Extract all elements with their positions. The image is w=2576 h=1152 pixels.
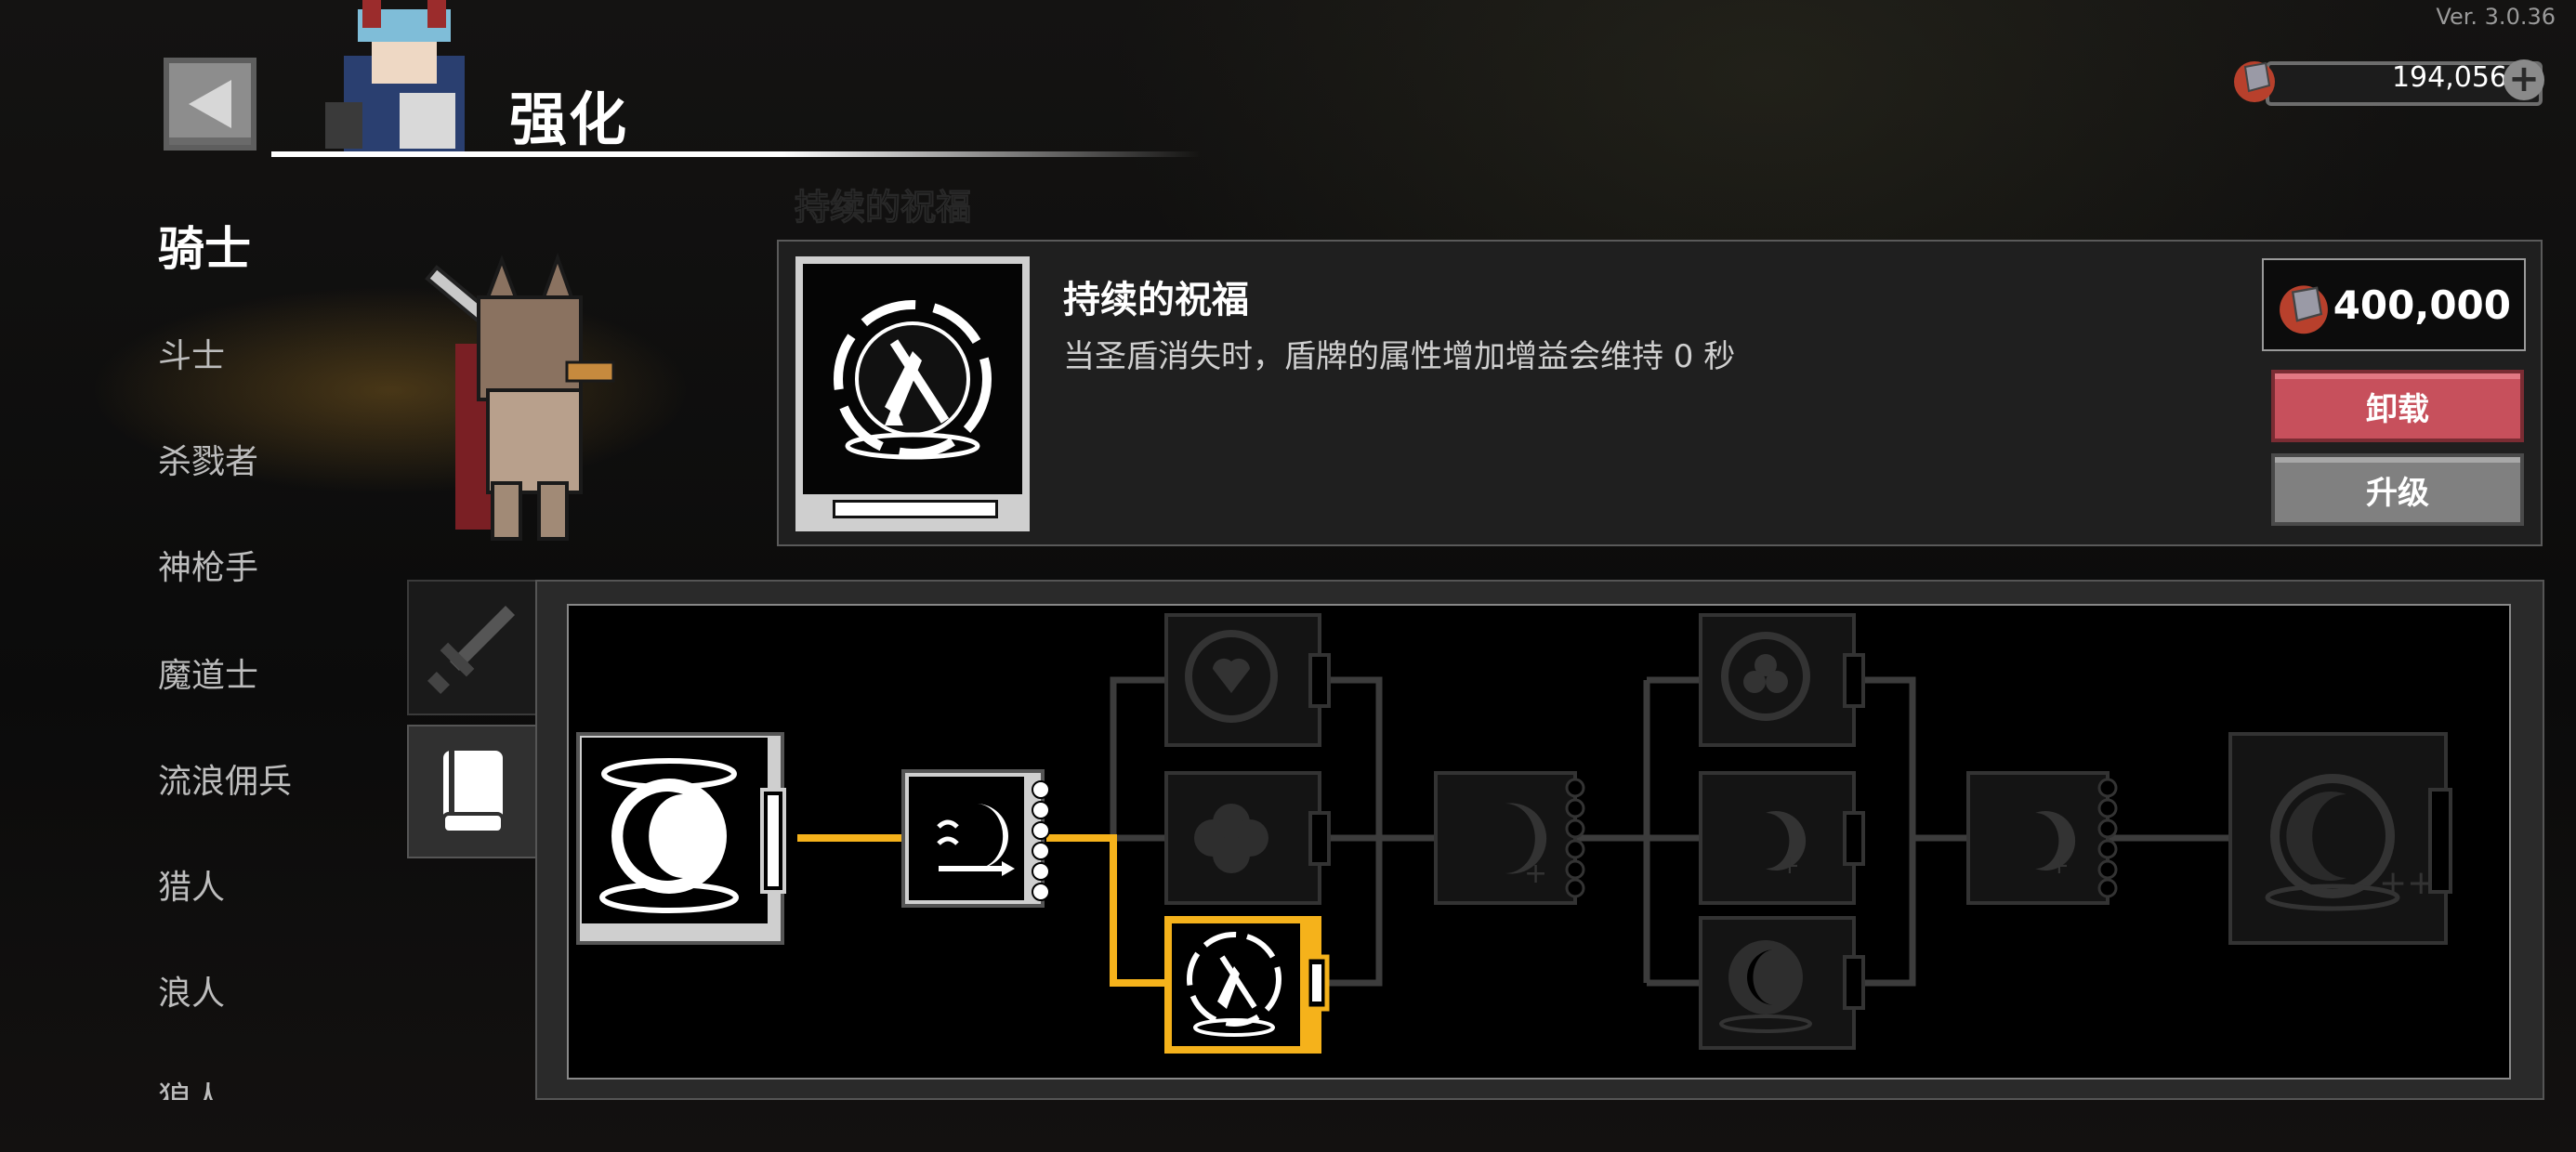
crystal-icon [2234,61,2275,102]
tab-skill[interactable] [407,725,539,858]
crystal-icon [2280,285,2328,334]
section-title: 持续的祝福 [794,187,972,229]
tree-node-persistent-blessing[interactable] [1164,916,1330,1054]
tree-node-moon-plus-1[interactable]: + [1434,771,1585,905]
currency-display: 194,056 + [2228,54,2544,106]
version-label: Ver. 3.0.36 [2436,4,2556,30]
class-item-gunslinger[interactable]: 神枪手 [158,541,258,589]
skill-description: 当圣盾消失时，盾牌的属性增加增益会维持 0 秒 [1063,338,1736,375]
title-underline [271,151,1201,157]
tab-weapon[interactable] [407,580,539,715]
upgrade-cost: 400,000 [2262,258,2526,351]
tree-node-ultimate-orb[interactable]: ++ [2228,732,2452,945]
moon-orb-icon [599,758,739,913]
class-item-knight[interactable]: 骑士 [158,212,251,279]
cost-amount: 400,000 [2333,282,2511,328]
class-item-mage[interactable]: 魔道士 [158,648,258,697]
back-button[interactable] [164,58,256,151]
class-item-mercenary[interactable]: 流浪佣兵 [158,754,292,803]
svg-text:+: + [1780,852,1800,880]
class-item-hunter[interactable]: 猎人 [158,860,225,909]
tree-node-root-holy-shield[interactable] [576,732,786,945]
tree-node-moon-plus-3[interactable]: + [1966,771,2118,905]
tree-node-flower-orb[interactable] [1164,771,1331,905]
book-icon [441,751,505,834]
tree-node-moon-plus-2[interactable]: + [1699,771,1865,905]
skill-level-bar [833,500,998,518]
class-item-ronin[interactable]: 浪人 [158,966,225,1015]
tree-node-shield-heart[interactable] [1164,613,1331,747]
character-portrait [316,0,483,153]
currency-amount: 194,056 [2391,61,2507,94]
upgrade-button[interactable]: 升级 [2271,453,2524,526]
svg-text:++: ++ [2379,864,2435,902]
skill-tree: + + + ++ [576,613,2452,1054]
tree-node-clover-orb[interactable] [1699,613,1865,747]
page-title: 强化 [509,85,629,153]
sword-icon [427,606,515,695]
svg-text:+: + [1524,857,1547,890]
class-item-slayer[interactable]: 杀戮者 [158,435,258,483]
svg-text:+: + [2049,852,2070,880]
skill-info-panel: 持续的祝福 当圣盾消失时，盾牌的属性增加增益会维持 0 秒 400,000 卸载… [777,240,2543,546]
class-item-fighter[interactable]: 斗士 [158,329,225,377]
tree-node-moon-orb-small[interactable] [1699,916,1865,1050]
sword-shield-blessing-icon [834,300,992,460]
back-arrow-icon [189,80,231,128]
add-currency-button[interactable]: + [2504,59,2544,100]
knight-sprite [400,242,697,548]
class-item-werewolf[interactable]: 狼人 [158,1072,225,1100]
tree-node-moon-dash[interactable] [901,769,1050,908]
skill-name: 持续的祝福 [1063,279,1249,321]
skill-icon-frame [795,256,1030,531]
unequip-button[interactable]: 卸载 [2271,370,2524,442]
